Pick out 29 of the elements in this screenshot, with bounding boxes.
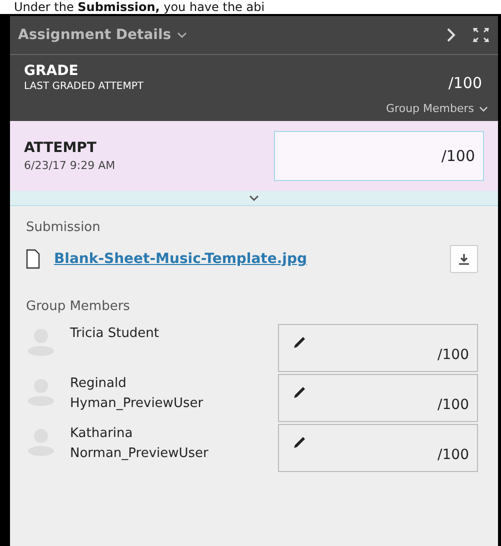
group-members-toggle[interactable]: Group Members (386, 102, 488, 115)
download-icon (458, 253, 470, 265)
grade-sublabel: LAST GRADED ATTEMPT (24, 81, 144, 92)
file-link[interactable]: Blank-Sheet-Music-Template.jpg (54, 251, 308, 267)
member-grade-field[interactable]: /100 (278, 424, 478, 472)
expand-icon[interactable] (472, 27, 490, 43)
member-name: Reginald Hyman_PreviewUser (70, 375, 204, 413)
grade-value: /100 (448, 74, 482, 92)
pencil-icon[interactable] (293, 435, 307, 449)
member-name: Katharina Norman_PreviewUser (70, 425, 210, 463)
member-grade-field[interactable]: /100 (278, 374, 478, 422)
submission-heading: Submission (26, 220, 102, 235)
group-members-heading: Group Members (26, 299, 131, 314)
chevron-down-icon (177, 32, 188, 38)
attempt-date: 6/23/17 9:29 AM (24, 159, 116, 172)
chevron-down-icon (479, 106, 488, 112)
member-name: Tricia Student (70, 325, 160, 343)
grade-label: GRADE (24, 63, 80, 79)
attempt-label: ATTEMPT (24, 140, 98, 156)
file-icon (26, 249, 40, 269)
download-button[interactable] (450, 245, 478, 273)
pencil-icon[interactable] (293, 335, 307, 349)
chevron-right-icon[interactable] (446, 27, 456, 43)
caption-text: Under the Submission, you have the abi (13, 0, 266, 14)
assignment-details-dropdown[interactable]: Assignment Details (18, 27, 188, 43)
chevron-down-icon[interactable] (249, 195, 259, 201)
pencil-icon[interactable] (293, 385, 307, 399)
attempt-grade-field[interactable]: /100 (274, 131, 484, 181)
member-grade-field[interactable]: /100 (278, 324, 478, 372)
